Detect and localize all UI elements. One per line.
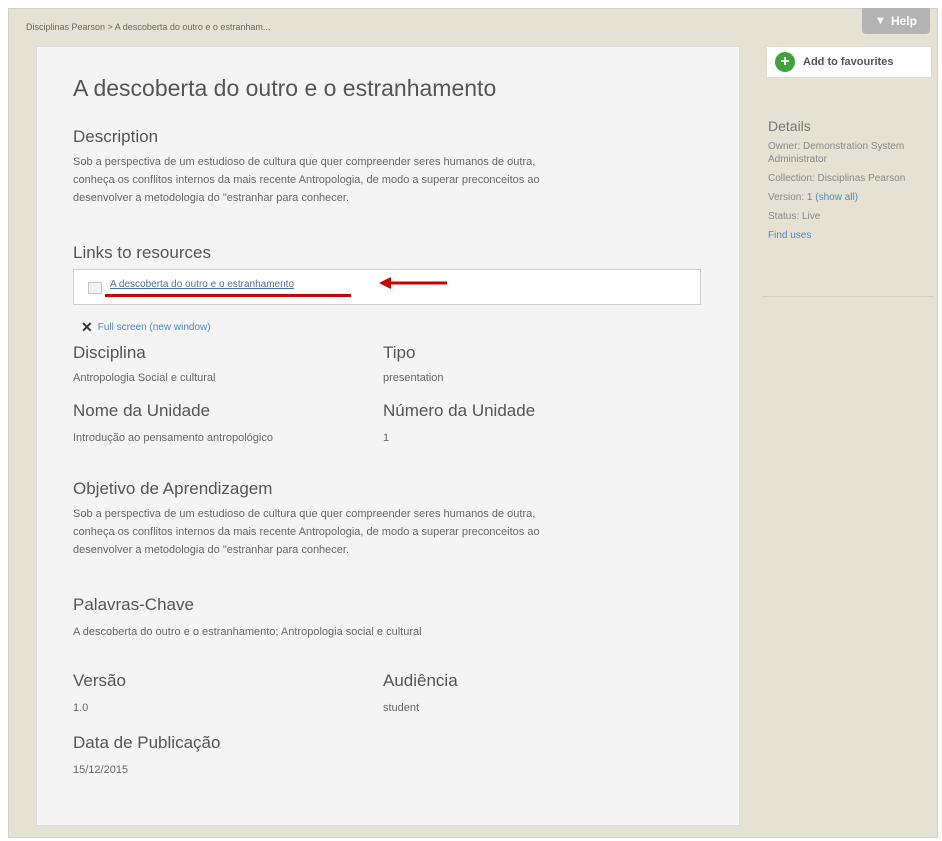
page-title: A descoberta do outro e o estranhamento: [73, 75, 497, 101]
numero-unidade-value: 1: [383, 432, 390, 444]
details-heading: Details: [768, 118, 811, 134]
add-to-favourites-button[interactable]: + Add to favourites: [766, 46, 932, 78]
disciplina-label: Disciplina: [73, 343, 146, 362]
tipo-label: Tipo: [383, 343, 416, 362]
help-label: Help: [890, 14, 917, 28]
collection-text: Collection: Disciplinas Pearson: [768, 173, 906, 184]
close-icon: ✕: [81, 319, 93, 335]
status-text: Status: Live: [768, 211, 821, 222]
version-row: Version: 1 (show all): [768, 191, 928, 204]
help-button[interactable]: ▼ Help: [862, 8, 930, 34]
objetivo-label: Objetivo de Aprendizagem: [73, 479, 273, 498]
versao-value: 1.0: [73, 702, 89, 714]
fullscreen-link[interactable]: Full screen (new window): [98, 322, 211, 333]
audiencia-label: Audiência: [383, 671, 458, 690]
details-panel: Details Owner: Demonstration System Admi…: [768, 118, 928, 248]
data-publicacao-value: 15/12/2015: [73, 764, 129, 776]
annotation-underline: [105, 294, 351, 297]
disciplina-value: Antropologia Social e cultural: [73, 372, 216, 384]
add-to-favourites-label: Add to favourites: [803, 56, 894, 68]
main-content-panel: A descoberta do outro e o estranhamento …: [36, 46, 740, 826]
palavras-chave-value: A descoberta do outro e o estranhamento;…: [73, 626, 422, 638]
nome-unidade-value: Introdução ao pensamento antropológico: [73, 432, 273, 444]
audiencia-value: student: [383, 702, 420, 714]
description-text: Sob a perspectiva de um estudioso de cul…: [73, 156, 540, 204]
palavras-chave-label: Palavras-Chave: [73, 595, 194, 614]
tipo-value: presentation: [383, 372, 444, 384]
plus-icon: +: [775, 52, 795, 72]
version-prefix: Version:: [768, 192, 807, 203]
owner-text: Owner: Demonstration System Administrato…: [768, 141, 905, 165]
annotation-arrow-icon: [379, 277, 447, 289]
file-icon: [88, 282, 102, 294]
resource-link[interactable]: A descoberta do outro e o estranhamento: [110, 279, 294, 290]
versao-label: Versão: [73, 671, 126, 690]
breadcrumb[interactable]: Disciplinas Pearson > A descoberta do ou…: [26, 22, 270, 32]
data-publicacao-label: Data de Publicação: [73, 733, 221, 752]
nome-unidade-label: Nome da Unidade: [73, 401, 211, 420]
numero-unidade-label: Número da Unidade: [383, 401, 536, 420]
find-uses-link[interactable]: Find uses: [768, 229, 928, 242]
description-heading: Description: [73, 127, 159, 146]
fullscreen-link-row[interactable]: ✕ Full screen (new window): [81, 319, 211, 336]
links-heading: Links to resources: [73, 243, 211, 262]
version-show-all-link[interactable]: 1 (show all): [807, 192, 858, 203]
sidebar-divider: [762, 296, 934, 297]
objetivo-text: Sob a perspectiva de um estudioso de cul…: [73, 508, 540, 556]
chevron-down-icon: ▼: [875, 15, 886, 27]
